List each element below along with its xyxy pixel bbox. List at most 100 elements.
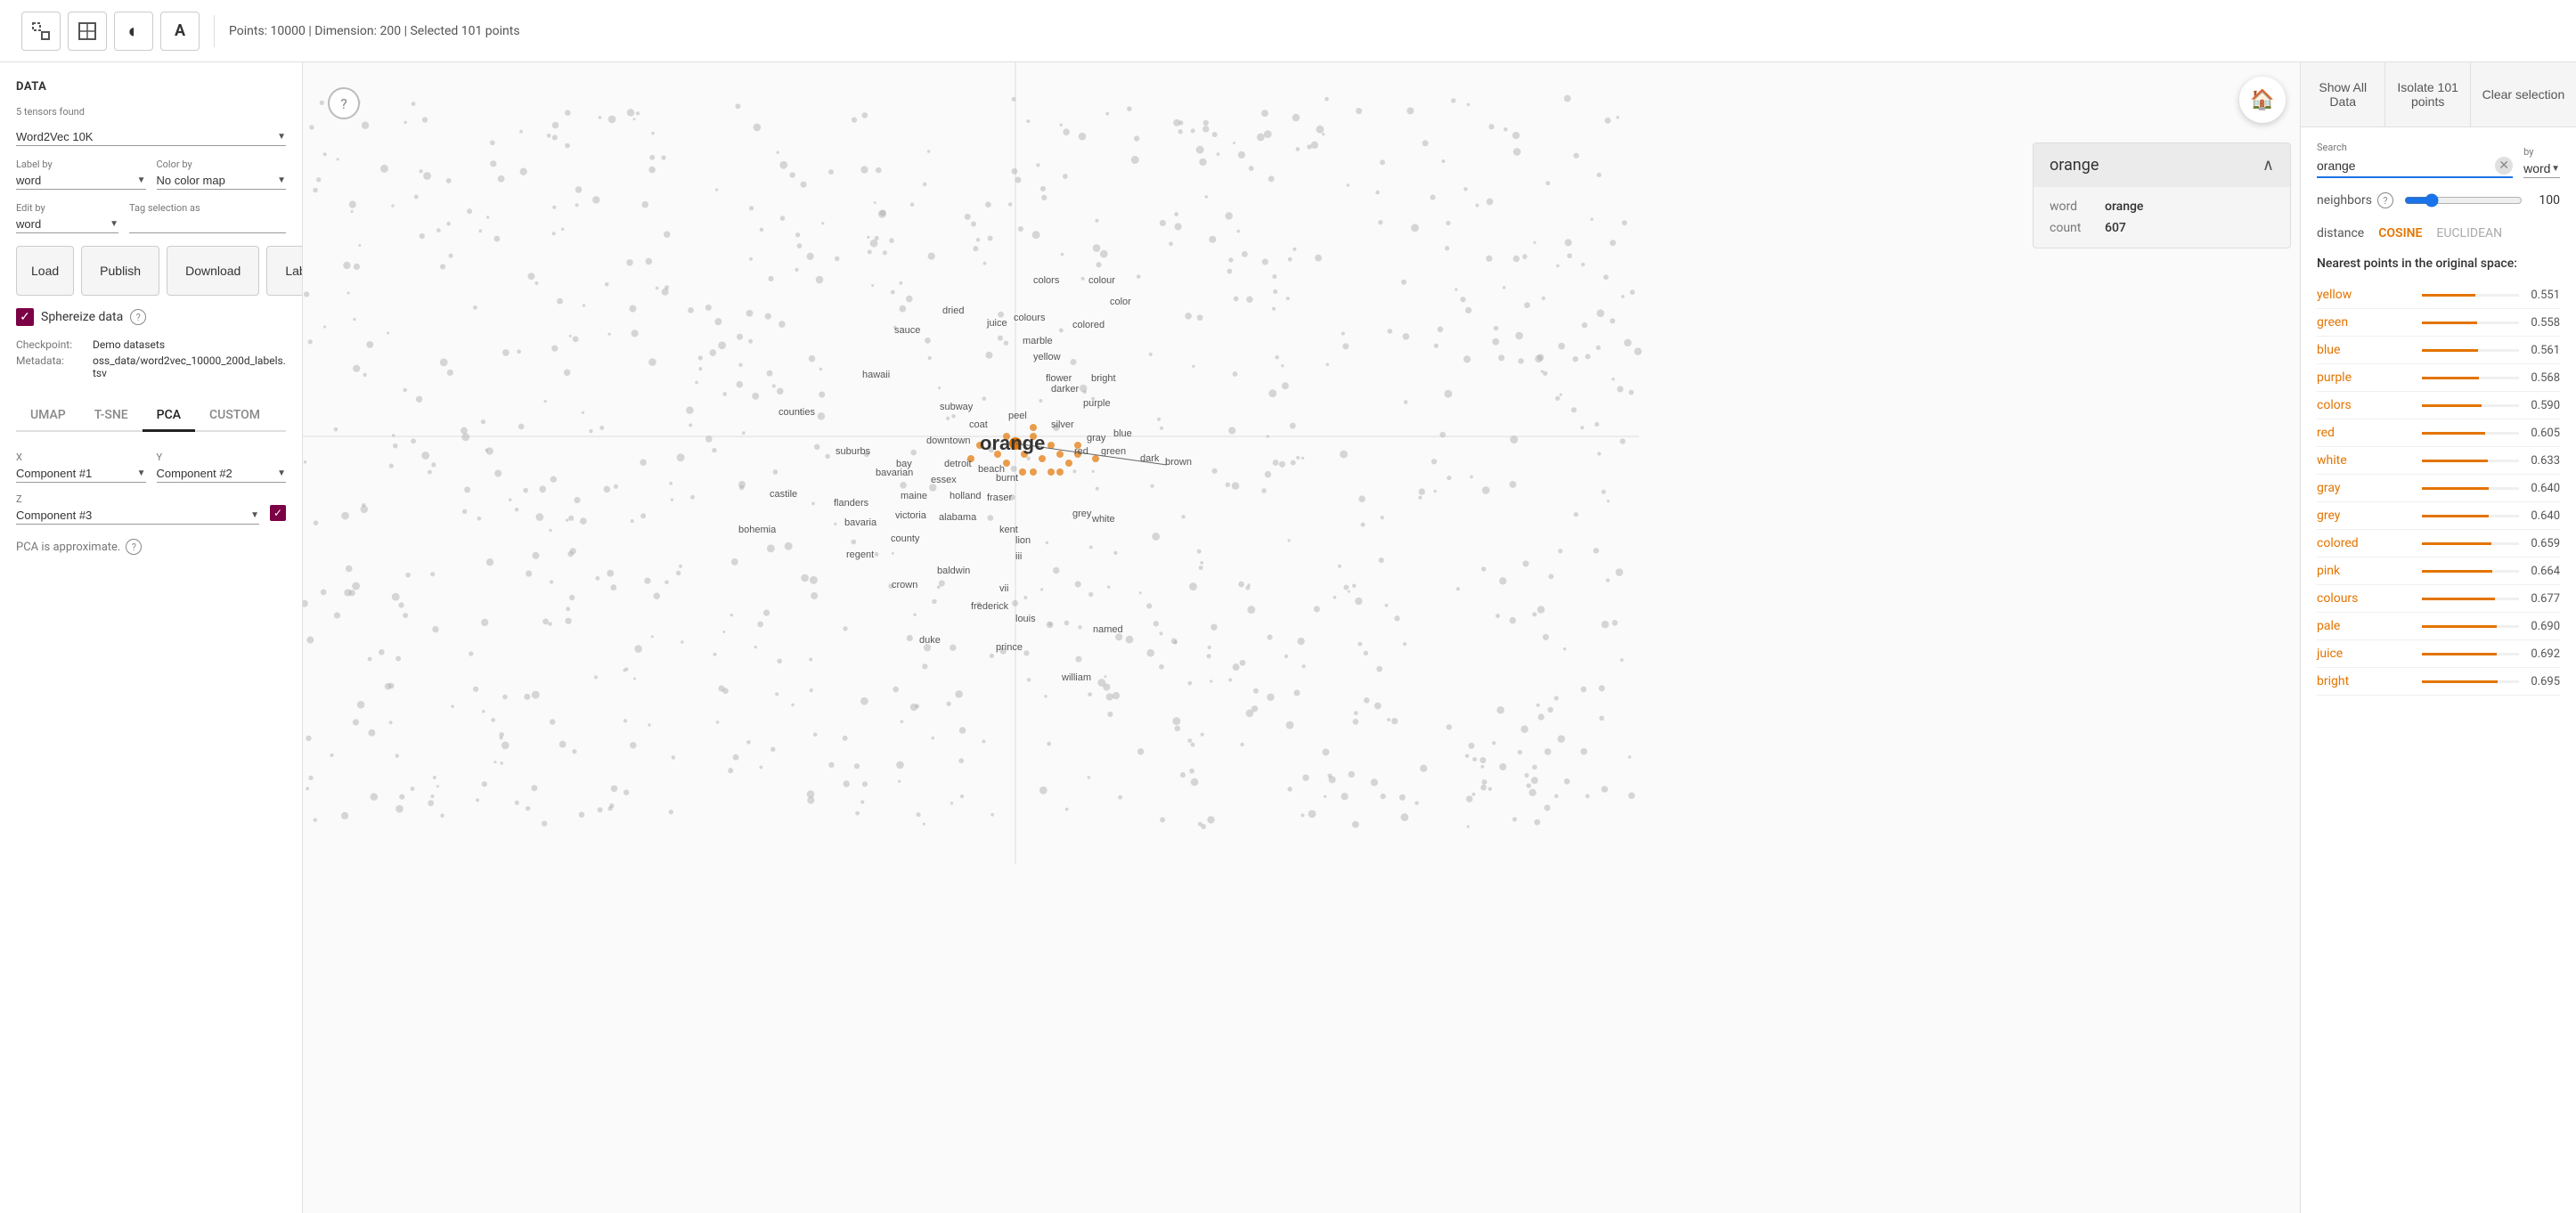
label-icon[interactable]: A: [160, 12, 200, 51]
nearest-item-value: 0.561: [2526, 344, 2560, 357]
z-checkbox[interactable]: ✓: [270, 505, 286, 521]
label-button[interactable]: Label: [266, 246, 303, 296]
by-select-row[interactable]: word ▼: [2523, 161, 2560, 178]
chevron-down-icon: ▼: [2551, 164, 2560, 174]
edit-by-select[interactable]: word: [16, 217, 106, 231]
edit-by-selector: Edit by word ▼: [16, 202, 118, 233]
nearest-item[interactable]: pale 0.690: [2317, 613, 2560, 640]
chevron-down-icon: ▼: [137, 175, 146, 185]
nearest-item-name: colours: [2317, 591, 2415, 606]
isolate-button[interactable]: Isolate 101 points: [2385, 62, 2470, 126]
nearest-item-bar-container: [2422, 570, 2520, 573]
color-by-label: Color by: [157, 159, 287, 170]
sphereize-checkbox[interactable]: ✓: [16, 308, 34, 326]
tab-umap[interactable]: UMAP: [16, 401, 80, 432]
nearest-item[interactable]: green 0.558: [2317, 309, 2560, 337]
svg-text:iii: iii: [1015, 551, 1022, 562]
tooltip-word-key: word: [2050, 199, 2094, 214]
svg-text:brown: brown: [1165, 457, 1192, 468]
sphereize-row: ✓ Sphereize data ?: [16, 308, 286, 326]
tensor-selector[interactable]: Word2Vec 10K ▼: [16, 130, 286, 146]
svg-text:white: white: [1091, 514, 1115, 525]
select-rect-icon[interactable]: [21, 12, 61, 51]
nearest-item-bar-container: [2422, 432, 2520, 435]
label-by-select[interactable]: word: [16, 174, 134, 187]
tab-pca[interactable]: PCA: [143, 401, 195, 432]
nearest-item[interactable]: juice 0.692: [2317, 640, 2560, 668]
nearest-item-value: 0.690: [2526, 620, 2560, 633]
clear-selection-button[interactable]: Clear selection: [2471, 62, 2576, 126]
tag-input-field[interactable]: [129, 217, 286, 233]
nearest-item-bar: [2422, 542, 2492, 545]
z-select[interactable]: Component #3: [16, 509, 247, 522]
euclidean-button[interactable]: EUCLIDEAN: [2436, 226, 2502, 240]
neighbors-help-icon[interactable]: ?: [2377, 192, 2393, 208]
nearest-item-bar: [2422, 487, 2490, 490]
zoom-icon[interactable]: [68, 12, 107, 51]
svg-text:vii: vii: [999, 583, 1008, 594]
show-all-button[interactable]: Show All Data: [2301, 62, 2385, 126]
tooltip-popup: orange ∧ word orange count 607: [2033, 142, 2291, 248]
canvas-area[interactable]: ? 🏠 colorscolourcolorcolourscoloreddried…: [303, 62, 2300, 1213]
pca-approx-help-icon[interactable]: ?: [126, 539, 142, 555]
svg-text:baldwin: baldwin: [937, 566, 970, 576]
night-mode-icon[interactable]: ◐: [114, 12, 153, 51]
projection-tabs: UMAP T-SNE PCA CUSTOM: [16, 401, 286, 432]
xy-axes: X Component #1 ▼ Y Component #2 ▼: [16, 452, 286, 483]
x-select[interactable]: Component #1: [16, 467, 134, 480]
nearest-item[interactable]: gray 0.640: [2317, 475, 2560, 502]
nearest-item[interactable]: grey 0.640: [2317, 502, 2560, 530]
nearest-item-name: colors: [2317, 398, 2415, 412]
nearest-item-bar: [2422, 377, 2480, 379]
color-by-select[interactable]: No color map: [157, 174, 274, 187]
tensor-select[interactable]: Word2Vec 10K: [16, 130, 273, 143]
svg-text:hawaii: hawaii: [862, 370, 890, 380]
cosine-button[interactable]: COSINE: [2378, 226, 2422, 240]
nearest-item[interactable]: pink 0.664: [2317, 558, 2560, 585]
sidebar: DATA 5 tensors found Word2Vec 10K ▼ Labe…: [0, 62, 303, 1213]
nearest-item-bar: [2422, 680, 2498, 683]
nearest-item[interactable]: bright 0.695: [2317, 668, 2560, 696]
nearest-item[interactable]: blue 0.561: [2317, 337, 2560, 364]
tooltip-header: orange ∧: [2034, 143, 2290, 187]
nearest-item-bar-container: [2422, 680, 2520, 683]
load-button[interactable]: Load: [16, 246, 74, 296]
nearest-item[interactable]: purple 0.568: [2317, 364, 2560, 392]
y-select[interactable]: Component #2: [157, 467, 274, 480]
help-circle-icon[interactable]: ?: [328, 87, 360, 119]
tooltip-chevron-icon[interactable]: ∧: [2262, 156, 2274, 175]
tooltip-word-val: orange: [2105, 199, 2143, 214]
z-checkbox-container: ✓: [270, 493, 286, 525]
nearest-item[interactable]: colored 0.659: [2317, 530, 2560, 558]
svg-text:kent: kent: [999, 525, 1018, 535]
nearest-item[interactable]: colours 0.677: [2317, 585, 2560, 613]
publish-button[interactable]: Publish: [81, 246, 159, 296]
sphereize-help-icon[interactable]: ?: [130, 309, 146, 325]
nearest-item-value: 0.633: [2526, 454, 2560, 468]
tab-tsne[interactable]: T-SNE: [80, 401, 143, 432]
nearest-item[interactable]: yellow 0.551: [2317, 281, 2560, 309]
home-button[interactable]: 🏠: [2239, 77, 2286, 123]
nearest-item[interactable]: white 0.633: [2317, 447, 2560, 475]
tooltip-body: word orange count 607: [2034, 187, 2290, 248]
nearest-item-value: 0.640: [2526, 482, 2560, 495]
svg-text:louis: louis: [1015, 614, 1036, 624]
nearest-item[interactable]: red 0.605: [2317, 419, 2560, 447]
svg-text:color: color: [1110, 297, 1131, 307]
nearest-item-bar-container: [2422, 460, 2520, 462]
download-button[interactable]: Download: [167, 246, 259, 296]
nearest-item-bar: [2422, 515, 2490, 517]
checkpoint-row: Checkpoint: Demo datasets: [16, 338, 286, 351]
svg-text:gray: gray: [1087, 433, 1106, 444]
neighbors-value: 100: [2533, 193, 2560, 208]
nearest-item[interactable]: colors 0.590: [2317, 392, 2560, 419]
search-input[interactable]: [2317, 159, 2495, 173]
search-clear-button[interactable]: ✕: [2495, 157, 2513, 175]
svg-text:green: green: [1101, 446, 1126, 457]
metadata-row: Metadata: oss_data/word2vec_10000_200d_l…: [16, 354, 286, 379]
label-by-selector: Label by word ▼: [16, 159, 146, 190]
by-select[interactable]: word: [2523, 161, 2551, 175]
neighbors-slider[interactable]: [2404, 193, 2523, 208]
tab-custom[interactable]: CUSTOM: [195, 401, 274, 432]
x-label: X: [16, 452, 146, 463]
